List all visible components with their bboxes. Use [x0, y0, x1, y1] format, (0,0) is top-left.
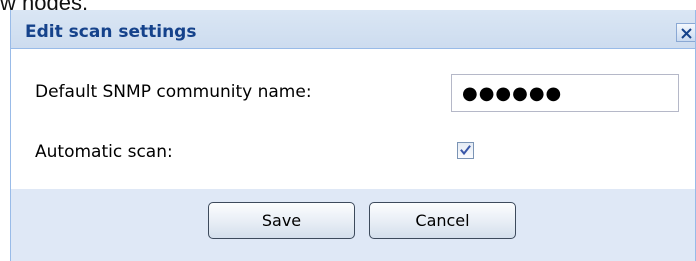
- edit-scan-settings-dialog: Edit scan settings Default SNMP communit…: [10, 10, 696, 261]
- community-name-label: Default SNMP community name:: [35, 82, 312, 102]
- checkmark-icon: [460, 145, 471, 156]
- automatic-scan-label: Automatic scan:: [35, 142, 173, 162]
- dialog-title: Edit scan settings: [25, 22, 197, 42]
- dialog-titlebar: Edit scan settings: [11, 10, 695, 49]
- cancel-button[interactable]: Cancel: [369, 202, 516, 239]
- automatic-scan-checkbox[interactable]: [457, 142, 474, 159]
- dialog-body: Default SNMP community name: Automatic s…: [11, 49, 695, 189]
- close-icon: [681, 28, 692, 39]
- community-name-field[interactable]: [451, 74, 679, 112]
- close-button[interactable]: [676, 23, 695, 42]
- save-button[interactable]: Save: [208, 202, 355, 239]
- dialog-footer: Save Cancel: [11, 189, 695, 261]
